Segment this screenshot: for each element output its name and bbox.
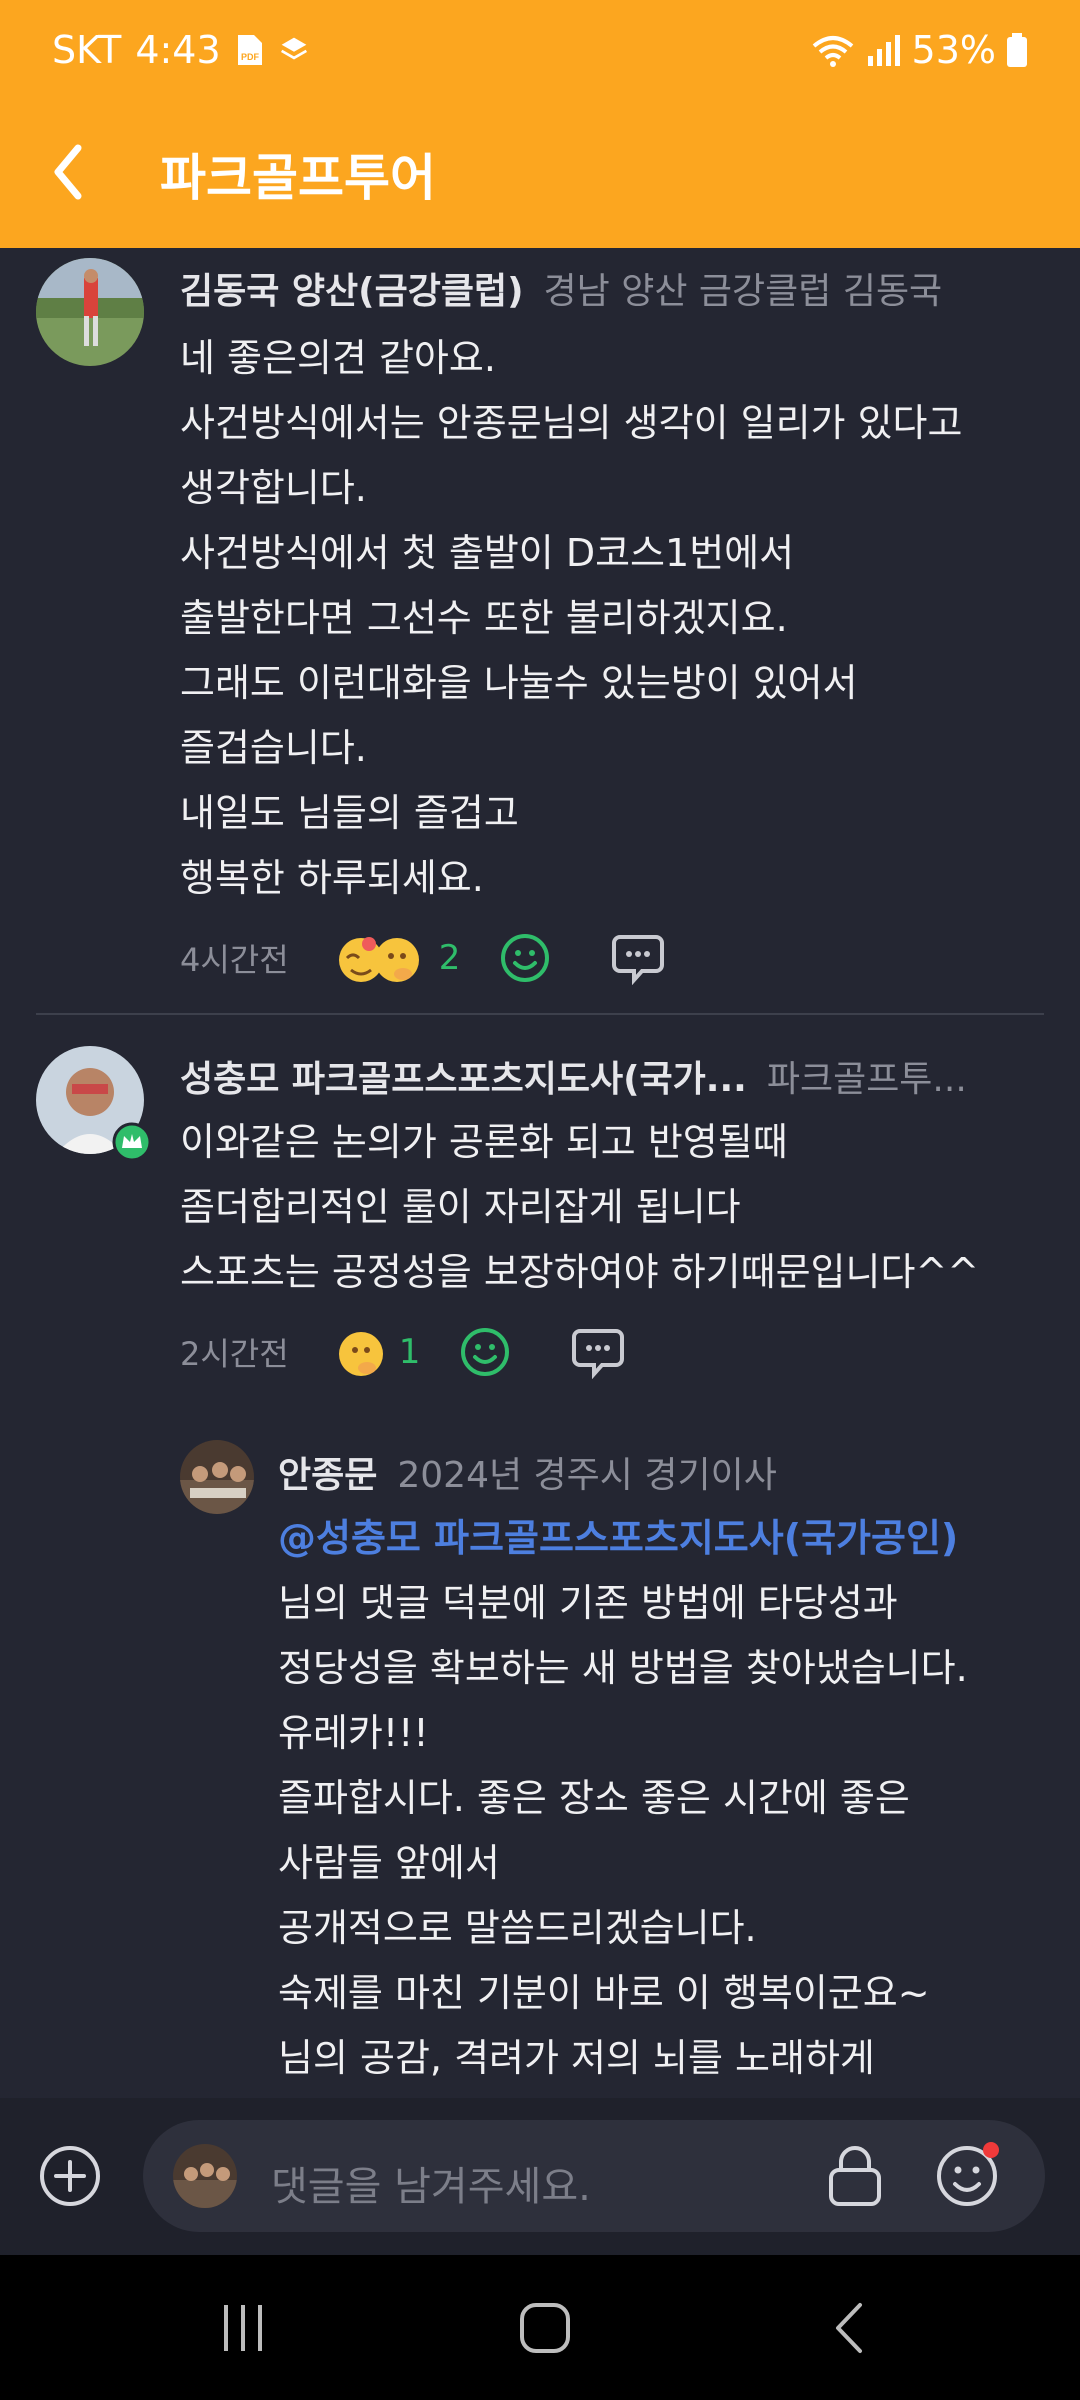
- emoji-icon[interactable]: [933, 2138, 1005, 2210]
- lock-icon[interactable]: [823, 2140, 887, 2210]
- reply-author-meta: 2024년 경주시 경기이사: [397, 1455, 777, 1496]
- reaction-count: 1: [398, 1332, 421, 1372]
- smile-icon[interactable]: [498, 931, 552, 985]
- reply-mention[interactable]: @성충모 파크골프스포츠지도사(국가공인): [278, 1506, 1068, 1571]
- wifi-icon: [812, 36, 853, 67]
- back-icon[interactable]: [40, 130, 110, 210]
- my-avatar: [173, 2144, 237, 2208]
- comment-body: 네 좋은의견 같아요. 사건방식에서는 안종문님의 생각이 일리가 있다고 생각…: [180, 336, 963, 900]
- carrier: SKT: [52, 28, 122, 72]
- comment-icon[interactable]: [570, 1325, 626, 1379]
- reaction-emoji-icon[interactable]: [335, 1322, 391, 1382]
- crown-badge-icon: [112, 1122, 152, 1162]
- divider: [36, 1013, 1044, 1015]
- svg-text:PDF: PDF: [241, 52, 260, 62]
- comment-author-meta: 경남 양산 금강클럽 김동국: [543, 271, 943, 312]
- reaction-count: 2: [438, 938, 461, 978]
- comment-time: 2시간전: [180, 1335, 289, 1373]
- comment-author[interactable]: 성충모 파크골프스포츠지도사(국가...: [180, 1050, 747, 1102]
- clock: 4:43: [135, 28, 221, 72]
- comment-list[interactable]: 김동국 양산(금강클럽) 경남 양산 금강클럽 김동국 네 좋은의견 같아요. …: [0, 248, 1080, 2098]
- comment-input-bar: 댓글을 남겨주세요.: [0, 2098, 1080, 2255]
- comment-author-meta: 파크골프투...: [766, 1059, 967, 1100]
- comment-input[interactable]: 댓글을 남겨주세요.: [143, 2120, 1045, 2232]
- comment-time: 4시간전: [180, 941, 289, 979]
- add-icon[interactable]: [38, 2144, 102, 2208]
- layers-icon: [280, 37, 307, 60]
- status-bar: SKT 4:43 PDF 53%: [0, 0, 1080, 100]
- signal-icon: [867, 35, 900, 66]
- reply-author[interactable]: 안종문: [278, 1446, 377, 1498]
- page-title: 파크골프투어: [160, 149, 436, 207]
- smile-icon[interactable]: [458, 1325, 512, 1379]
- avatar[interactable]: [36, 258, 144, 366]
- battery-icon: [1007, 33, 1027, 67]
- title-bar: 파크골프투어: [0, 120, 1080, 220]
- reply-body: 님의 댓글 덕분에 기존 방법에 타당성과 정당성을 확보하는 새 방법을 찾아…: [278, 1581, 968, 2080]
- app-header: SKT 4:43 PDF 53% 파크골프투어: [0, 0, 1080, 248]
- comment-icon[interactable]: [610, 931, 666, 985]
- avatar[interactable]: [180, 1440, 254, 1514]
- recent-apps-icon[interactable]: [218, 2303, 268, 2353]
- nav-back-icon[interactable]: [830, 2301, 870, 2355]
- reaction-emoji-icon[interactable]: [335, 928, 431, 988]
- comment-body: 이와같은 논의가 공론화 되고 반영될때 좀더합리적인 룰이 자리잡게 됩니다 …: [180, 1120, 980, 1294]
- comment-author[interactable]: 김동국 양산(금강클럽): [180, 262, 524, 314]
- battery-percent: 53%: [911, 28, 996, 72]
- input-placeholder: 댓글을 남겨주세요.: [271, 2164, 591, 2210]
- home-icon[interactable]: [518, 2301, 572, 2355]
- pdf-icon: PDF: [237, 35, 262, 65]
- system-nav-bar: [0, 2255, 1080, 2400]
